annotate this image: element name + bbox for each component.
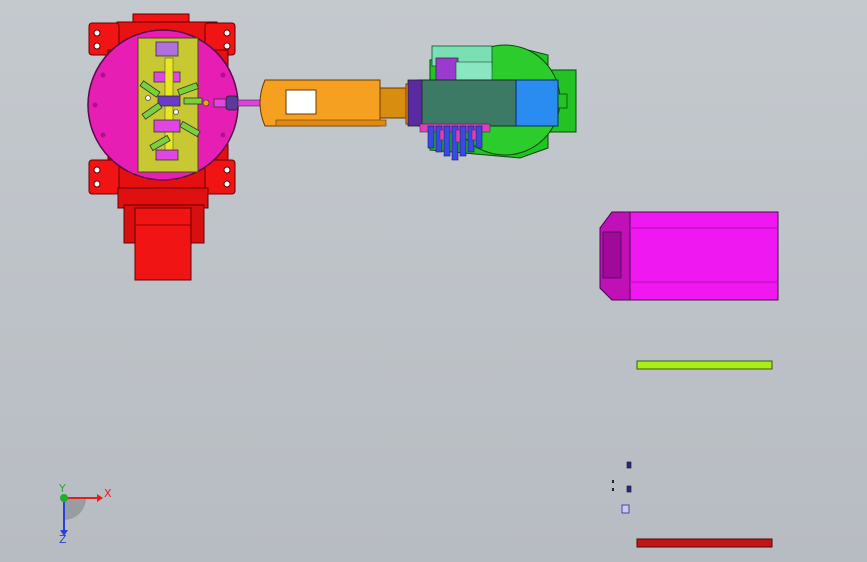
arm-edge xyxy=(275,119,387,127)
clamp-block xyxy=(155,149,179,161)
disc-bolt xyxy=(100,132,106,138)
motor-pin xyxy=(439,129,445,141)
arm-slot xyxy=(285,89,317,115)
small-parts[interactable] xyxy=(612,461,632,514)
x-axis-arrow xyxy=(97,494,103,502)
bolt-hole xyxy=(93,29,101,37)
bolt-hole xyxy=(93,180,101,188)
bolt-hole xyxy=(223,42,231,50)
small-part xyxy=(626,485,632,493)
small-part xyxy=(626,461,632,469)
magenta-block-part[interactable] xyxy=(599,211,779,301)
pin xyxy=(202,99,210,107)
clamp-block xyxy=(157,95,181,107)
bolt-hole xyxy=(223,180,231,188)
base-motor xyxy=(134,207,192,281)
y-axis-label: Y xyxy=(58,482,66,495)
motor-purple-collar xyxy=(407,79,423,127)
disc-bolt xyxy=(100,72,106,78)
small-part xyxy=(612,480,614,483)
motor-pin xyxy=(455,129,461,143)
disc-bolt xyxy=(92,102,98,108)
motor-violet-block xyxy=(435,57,459,83)
motor-mint-block xyxy=(455,61,493,81)
magenta-block-recess xyxy=(602,231,622,279)
pin xyxy=(145,95,151,101)
cad-viewport[interactable]: X Y Z xyxy=(0,0,867,562)
motor-blue-cap xyxy=(515,79,559,127)
green-clamp xyxy=(183,97,203,105)
bolt-hole xyxy=(223,29,231,37)
clamp-top xyxy=(155,41,179,57)
bolt-hole xyxy=(93,42,101,50)
tool-flange xyxy=(225,95,239,111)
green-bar-part[interactable] xyxy=(636,360,773,370)
upper-arm[interactable] xyxy=(259,79,423,127)
triad-shadow xyxy=(64,498,86,520)
cad-scene[interactable]: X Y Z xyxy=(0,0,867,562)
pin xyxy=(173,109,179,115)
red-bar-part[interactable] xyxy=(636,538,773,548)
bolt-hole xyxy=(223,166,231,174)
disc-bolt xyxy=(220,132,226,138)
base-flange-bottom-left xyxy=(88,159,120,195)
clamp-block xyxy=(153,119,181,133)
bolt-hole xyxy=(93,166,101,174)
base-flange-bottom-right xyxy=(204,159,236,195)
small-part xyxy=(621,504,630,514)
motor-pin xyxy=(471,129,477,141)
z-axis-label: Z xyxy=(59,533,67,546)
wrist-link xyxy=(237,99,261,107)
orientation-triad[interactable]: X Y Z xyxy=(58,482,112,546)
motor-teal-body xyxy=(417,79,523,127)
x-axis-label: X xyxy=(104,487,112,500)
y-axis-dot xyxy=(60,494,68,502)
small-part xyxy=(612,488,614,491)
disc-bolt xyxy=(220,72,226,78)
motor-pack[interactable] xyxy=(407,44,577,161)
